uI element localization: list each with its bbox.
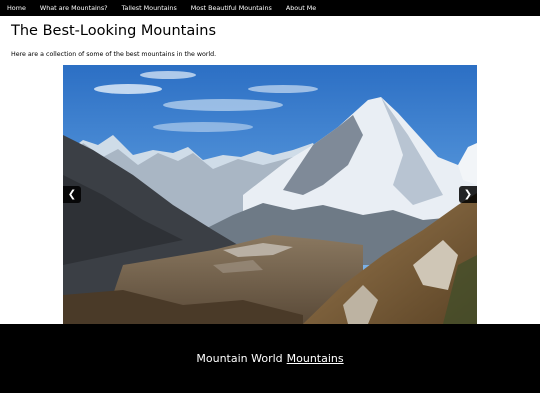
bottom-strip: [0, 393, 540, 405]
mountain-slideshow-image: [63, 65, 477, 324]
intro-text: Here are a collection of some of the bes…: [11, 51, 217, 58]
nav-tallest-mountains-link[interactable]: Tallest Mountains: [115, 0, 184, 16]
nav-most-beautiful-mountains-link[interactable]: Most Beautiful Mountains: [184, 0, 279, 16]
mountain-landscape-photo: [63, 65, 477, 324]
top-nav: Home What are Mountains? Tallest Mountai…: [0, 0, 540, 16]
nav-home-link[interactable]: Home: [0, 0, 33, 16]
footer-text: Mountain World: [196, 352, 283, 365]
nav-what-are-mountains-link[interactable]: What are Mountains?: [33, 0, 115, 16]
footer-mountains-link[interactable]: Mountains: [287, 352, 344, 365]
slideshow-prev-button[interactable]: ❮: [63, 186, 81, 203]
slideshow-next-button[interactable]: ❯: [459, 186, 477, 203]
footer: Mountain World Mountains: [0, 324, 540, 393]
nav-about-me-link[interactable]: About Me: [279, 0, 323, 16]
page-title: The Best-Looking Mountains: [11, 23, 217, 39]
